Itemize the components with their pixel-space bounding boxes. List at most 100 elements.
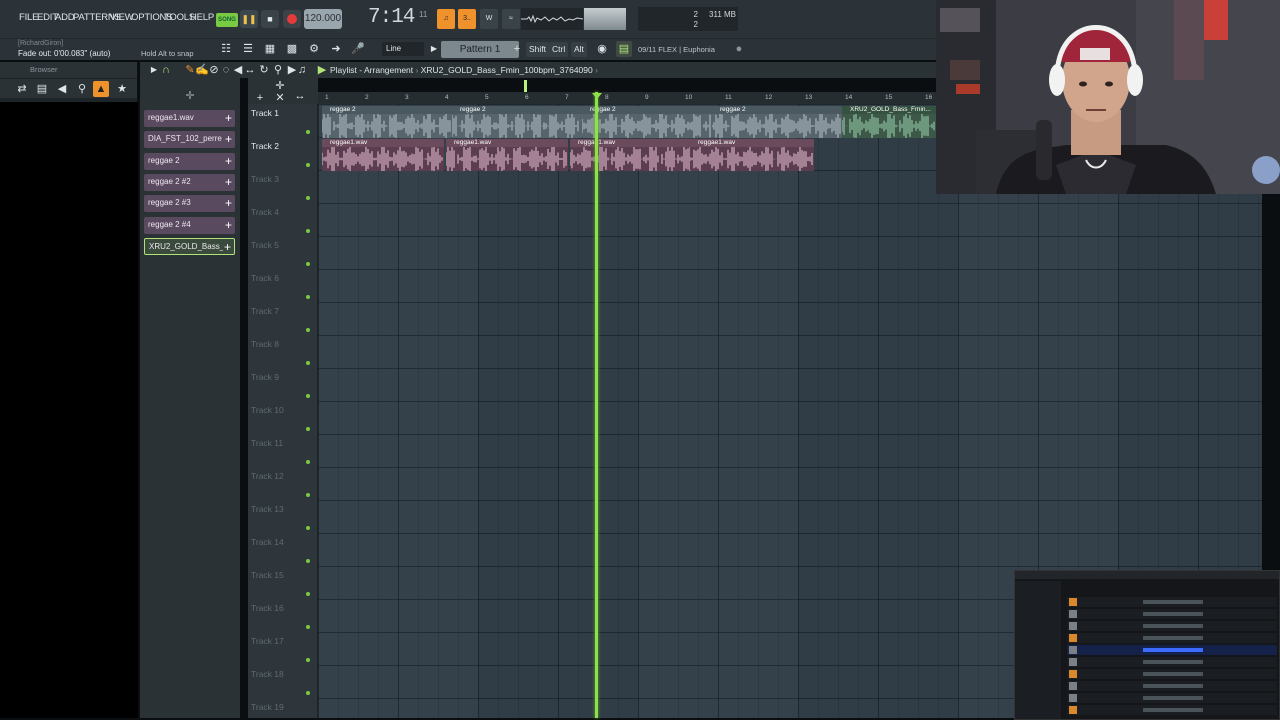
track-mute-indicator[interactable] [306,229,310,233]
view-channel-rack-icon[interactable]: ☰ [240,41,256,57]
star-icon[interactable]: ★ [114,81,130,97]
search-icon[interactable]: ⚲ [74,81,90,97]
playlist-clip[interactable]: reggae1.wav [690,139,814,171]
channel-button[interactable]: reggae 2 #4 + [144,217,235,234]
blend-notes-icon[interactable]: ≈ [502,9,520,29]
track-name[interactable]: Track 3 [251,174,279,184]
track-mute-indicator[interactable] [306,361,310,365]
channel-add-icon[interactable]: + [225,132,232,146]
menu-add[interactable]: ADD [55,12,75,23]
online-icon[interactable]: ◉ [594,41,610,57]
playlist-clip[interactable]: reggae1.wav [570,139,692,171]
track-name[interactable]: Track 9 [251,372,279,382]
track-mute-indicator[interactable] [306,625,310,629]
stop-icon[interactable]: ■ [261,10,279,28]
track-mute-indicator[interactable] [306,328,310,332]
playlist-clip[interactable]: reggae 2 [712,106,842,138]
menu-view[interactable]: VIEW [110,12,134,23]
track-mute-indicator[interactable] [306,559,310,563]
channel-add-icon[interactable]: + [224,240,231,254]
track-name[interactable]: Track 19 [251,702,284,712]
channel-button[interactable]: reggae 2 #2 + [144,174,235,191]
channel-add-icon[interactable]: + [225,218,232,232]
alt-key-button[interactable]: Alt [571,42,587,57]
menu-file[interactable]: FILE [19,12,38,23]
view-mixer-icon[interactable]: ▩ [284,41,300,57]
playlist-clip[interactable]: XRU2_GOLD_Bass_Fmin... [842,106,936,138]
playlist-clip[interactable]: reggae 2 [582,106,712,138]
browser-list[interactable] [0,102,138,718]
playlist-clip[interactable]: reggae1.wav [446,139,568,171]
back-icon[interactable]: ◀ [54,81,70,97]
track-name[interactable]: Track 17 [251,636,284,646]
playlist-clip[interactable]: reggae1.wav [322,139,444,171]
channel-button[interactable]: XRU2_GOLD_Bass_F...+ [144,238,235,255]
channel-button[interactable]: reggae1.wav + [144,110,235,127]
track-name[interactable]: Track 18 [251,669,284,679]
track-mute-indicator[interactable] [306,493,310,497]
channel-add-icon[interactable]: + [225,111,232,125]
menu-help[interactable]: HELP [190,12,214,23]
track-mute-indicator[interactable] [306,427,310,431]
track-mute-indicator[interactable] [306,691,310,695]
folder-icon[interactable]: ▤ [34,81,50,97]
tempo-display[interactable]: 120.000 [304,9,342,29]
song-mode-button[interactable]: SONG [216,13,238,27]
playhead-marker[interactable] [592,93,602,99]
ctrl-key-button[interactable]: Ctrl [549,42,569,57]
snap-select[interactable]: Line [382,42,424,56]
speaker-icon[interactable]: ♫ [294,62,310,78]
track-mute-indicator[interactable] [306,460,310,464]
arrow-right-icon[interactable]: ➜ [328,41,344,57]
track-name[interactable]: Track 4 [251,207,279,217]
pause-icon[interactable]: ❚❚ [240,10,258,28]
resize-icon[interactable]: ↔ [292,88,308,104]
playlist-clip[interactable]: reggae 2 [322,106,452,138]
play-pattern-icon[interactable]: ▶ [426,41,442,57]
track-name[interactable]: Track 16 [251,603,284,613]
track-mute-indicator[interactable] [306,262,310,266]
timeline-ruler[interactable]: 1 2 3 4 5 6 7 8 9 10 11 12 13 14 15 16 [318,92,936,104]
metronome-icon[interactable]: ♫ [437,9,455,29]
playhead[interactable] [595,92,598,718]
channel-button[interactable]: reggae 2 + [144,153,235,170]
track-name[interactable]: Track 10 [251,405,284,415]
track-name[interactable]: Track 1 [251,108,279,118]
wait-input-icon[interactable]: W [480,9,498,29]
microphone-icon[interactable]: 🎤 [350,41,366,57]
pattern-selector[interactable]: Pattern 1 [441,41,519,58]
track-name[interactable]: Track 6 [251,273,279,283]
channel-add-icon[interactable]: + [225,175,232,189]
playlist-play-icon[interactable]: ▶ [314,62,330,78]
channel-add-icon[interactable]: + [225,154,232,168]
track-name[interactable]: Track 8 [251,339,279,349]
channel-button[interactable]: reggae 2 #3 + [144,195,235,212]
track-name[interactable]: Track 12 [251,471,284,481]
track-mute-indicator[interactable] [306,163,310,167]
shift-key-button[interactable]: Shift [526,42,550,57]
master-volume-meter[interactable] [584,8,626,30]
track-mute-indicator[interactable] [306,196,310,200]
track-name[interactable]: Track 14 [251,537,284,547]
track-mute-indicator[interactable] [306,592,310,596]
track-mute-indicator[interactable] [306,658,310,662]
loop-marker[interactable] [524,80,527,92]
add-pattern-icon[interactable]: + [509,41,525,57]
track-mute-indicator[interactable] [306,130,310,134]
sound-icon[interactable]: ▲ [93,81,109,97]
channel-move-icon[interactable]: ✛ [182,88,198,104]
track-mute-indicator[interactable] [306,394,310,398]
refresh-icon[interactable]: ● [731,41,747,57]
view-plugin-picker-icon[interactable]: ⚙ [306,41,322,57]
track-name[interactable]: Track 15 [251,570,284,580]
record-button[interactable] [283,10,301,28]
view-piano-roll-icon[interactable]: ▦ [262,41,278,57]
magnet-icon[interactable]: ∩ [158,62,174,78]
view-playlist-icon[interactable]: ☷ [218,41,234,57]
channel-add-icon[interactable]: + [225,196,232,210]
track-name[interactable]: Track 11 [251,438,283,448]
news-icon[interactable]: ▤ [616,41,632,57]
track-mute-indicator[interactable] [306,295,310,299]
track-mute-indicator[interactable] [306,526,310,530]
track-name[interactable]: Track 7 [251,306,279,316]
